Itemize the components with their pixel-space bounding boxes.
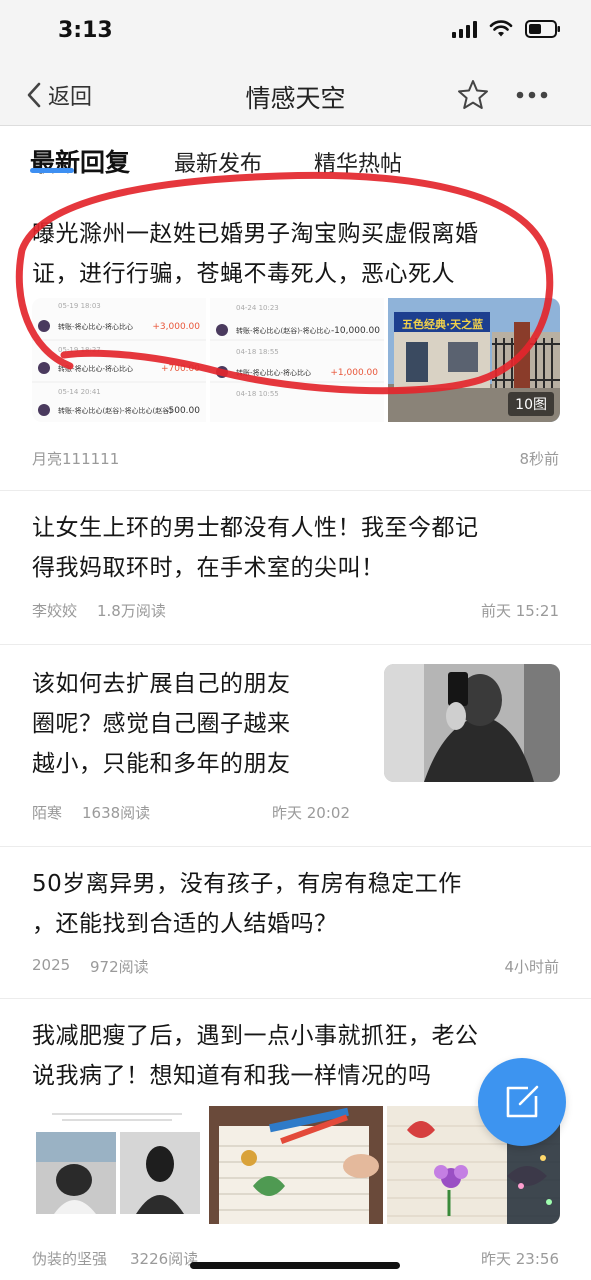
active-tab-indicator: [30, 168, 74, 173]
wifi-icon: [489, 20, 513, 37]
compose-button[interactable]: [478, 1058, 566, 1146]
favorite-button[interactable]: [456, 78, 490, 112]
post-title: 50岁离异男，没有孩子，有房有稳定工作 ，还能找到合适的人结婚吗？: [32, 871, 462, 937]
post-author[interactable]: 月亮111111: [32, 448, 119, 469]
post-time: 前天 15:21: [481, 602, 559, 620]
tab-featured[interactable]: 精华热帖: [314, 146, 402, 178]
post-title: 该如何去扩展自己的朋友 圈呢？感觉自己圈子越来 越小，只能和多年的朋友: [32, 671, 291, 777]
post-image: 五色经典·天之蓝 10图: [388, 298, 560, 422]
home-indicator[interactable]: [190, 1262, 400, 1269]
page-title: 情感天空: [245, 84, 346, 113]
divider: [0, 490, 591, 491]
divider: [0, 846, 591, 847]
star-icon: [458, 80, 488, 109]
post-title: 曝光滁州一赵姓已婚男子淘宝购买虚假离婚 证，进行行骗，苍蝇不毒死人，恶心死人: [32, 221, 479, 287]
compose-icon: [506, 1085, 539, 1118]
post-time: 昨天 20:02: [272, 804, 350, 822]
signal-icon: [452, 20, 477, 38]
post-reads: 1638阅读: [82, 804, 151, 822]
post-reads: 972阅读: [90, 958, 149, 976]
post-image: 05-19 18:03 转账-将心比心-将心比心 +3,000.00 05-19…: [32, 298, 206, 422]
payment-screenshot-image: [32, 298, 206, 422]
tab-latest-publish[interactable]: 最新发布: [174, 146, 262, 178]
post-author[interactable]: 2025: [32, 956, 70, 974]
nav-bar: 返回 情感天空: [0, 64, 591, 126]
status-icons: [452, 20, 561, 38]
status-time: 3:13: [58, 18, 113, 43]
post-title: 让女生上环的男士都没有人性！我至今都记 得我妈取环时，在手术室的尖叫！: [32, 515, 479, 581]
post-thumbnail[interactable]: [384, 664, 560, 782]
post-image-strip[interactable]: [32, 1106, 560, 1224]
post-image-strip[interactable]: 05-19 18:03 转账-将心比心-将心比心 +3,000.00 05-19…: [32, 298, 560, 422]
post-item[interactable]: 让女生上环的男士都没有人性！我至今都记 得我妈取环时，在手术室的尖叫！: [32, 508, 559, 588]
more-button[interactable]: [512, 78, 552, 112]
selfie-photo-image: [384, 664, 560, 782]
before-after-photo-image: [32, 1106, 205, 1224]
post-image: [209, 1106, 383, 1224]
battery-icon: [525, 20, 560, 38]
status-bar: 3:13: [0, 0, 591, 64]
tab-latest-reply[interactable]: 最新回复: [30, 143, 130, 179]
image-count-badge: 10图: [508, 392, 554, 416]
post-author[interactable]: 李姣姣: [32, 600, 77, 621]
post-author[interactable]: 陌寒: [32, 802, 62, 823]
divider: [0, 998, 591, 999]
post-image: 04-24 10:23 转账-将心比心(赵谷)-将心比心 -10,000.00 …: [210, 298, 384, 422]
drawing-notebook-photo-image: [209, 1106, 383, 1224]
post-reads: 1.8万阅读: [97, 602, 166, 620]
divider: [0, 644, 591, 645]
more-dots-icon: [516, 91, 548, 99]
post-item[interactable]: 该如何去扩展自己的朋友 圈呢？感觉自己圈子越来 越小，只能和多年的朋友: [32, 664, 362, 784]
post-item[interactable]: 我减肥瘦了后，遇到一点小事就抓狂，老公 说我病了！想知道有和我一样情况的吗: [32, 1016, 559, 1096]
tab-bar: 最新回复 最新发布 精华热帖: [0, 127, 591, 193]
post-title: 我减肥瘦了后，遇到一点小事就抓狂，老公 说我病了！想知道有和我一样情况的吗: [32, 1023, 479, 1089]
post-image: [32, 1106, 205, 1224]
post-time: 4小时前: [504, 958, 559, 976]
post-author[interactable]: 伪装的坚强: [32, 1248, 107, 1269]
post-time: 昨天 23:56: [481, 1250, 559, 1268]
post-time: 8秒前: [519, 450, 559, 468]
post-item[interactable]: 50岁离异男，没有孩子，有房有稳定工作 ，还能找到合适的人结婚吗？: [32, 864, 559, 944]
post-reads: 3226阅读: [130, 1250, 199, 1268]
payment-screenshot-image: [210, 298, 384, 422]
